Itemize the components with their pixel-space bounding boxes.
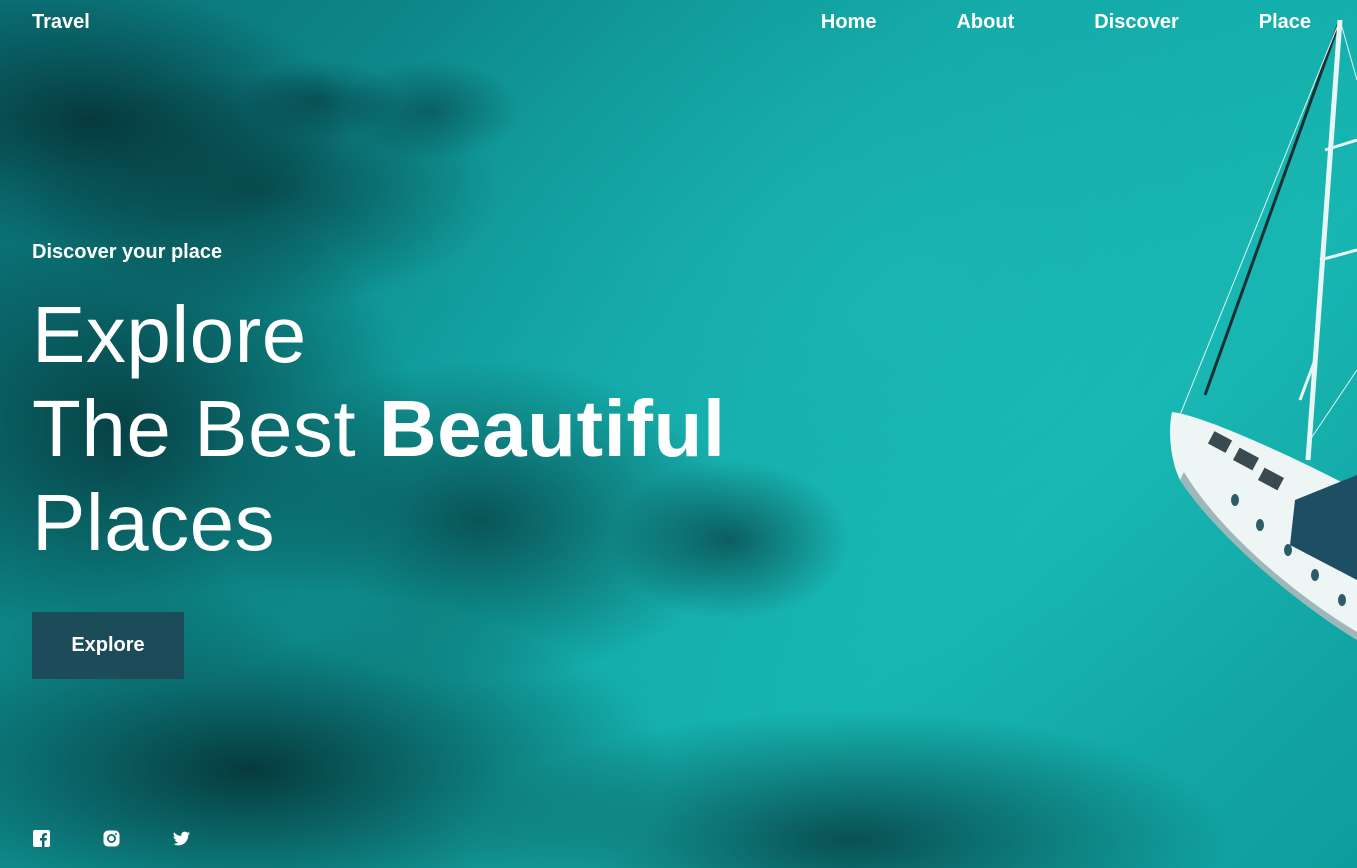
hero-headline: Explore The Best Beautiful Places — [32, 288, 792, 570]
social-links — [33, 830, 243, 847]
sailboat-image — [1170, 20, 1357, 640]
twitter-icon[interactable] — [173, 830, 190, 847]
brand-logo-link[interactable]: Travel — [32, 11, 90, 34]
headline-bold-text: Beautiful — [378, 384, 726, 473]
explore-button[interactable]: Explore — [32, 612, 184, 679]
headline-regular-text: The Best — [32, 384, 357, 473]
headline-line-2: The Best Beautiful — [32, 382, 792, 476]
instagram-icon[interactable] — [103, 830, 120, 847]
hero-section: Discover your place Explore The Best Bea… — [32, 238, 792, 570]
headline-line-1: Explore — [32, 290, 307, 379]
nav-link-about[interactable]: About — [956, 11, 1014, 34]
hero-kicker: Discover your place — [32, 241, 223, 263]
headline-line-3: Places — [32, 478, 276, 567]
nav-link-home[interactable]: Home — [821, 11, 877, 34]
facebook-icon[interactable] — [33, 830, 50, 847]
top-navigation: Travel Home About Discover Place — [0, 0, 1357, 46]
